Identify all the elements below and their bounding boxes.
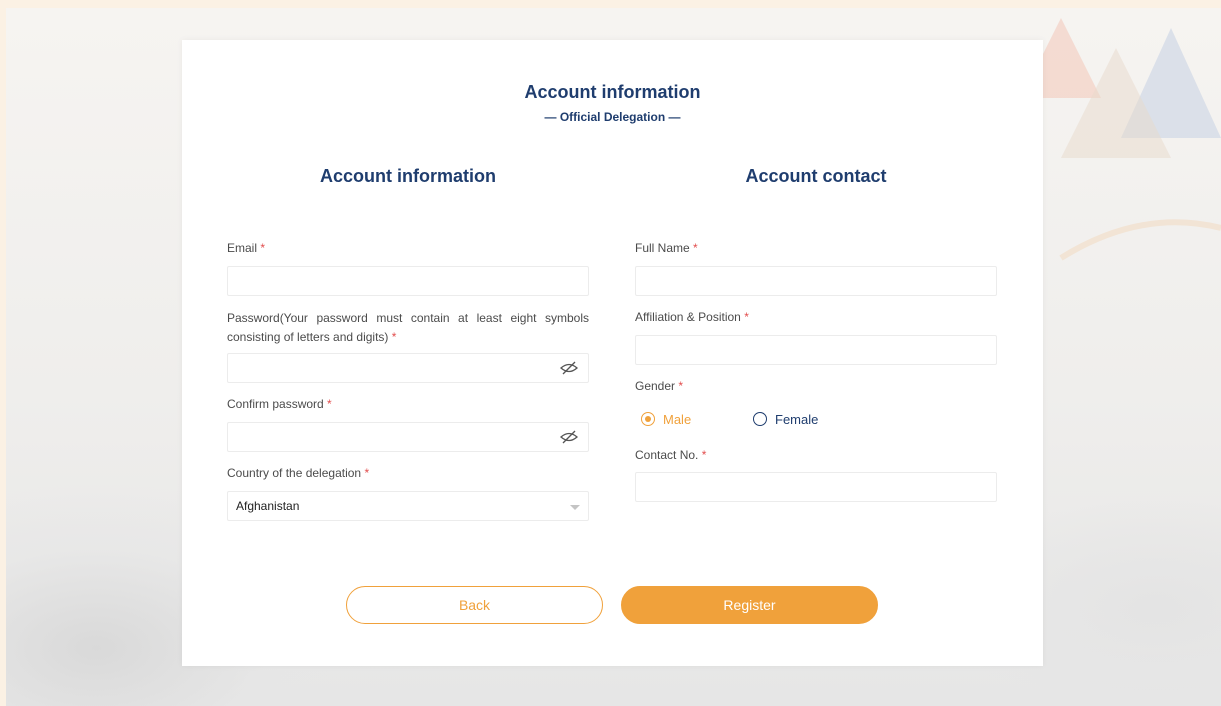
- confirm-password-label: Confirm password *: [227, 397, 332, 411]
- registration-card: Account information — Official Delegatio…: [182, 40, 1043, 666]
- page-subtitle: — Official Delegation —: [544, 110, 681, 124]
- password-label: Password(Your password must contain at l…: [227, 311, 589, 344]
- password-field[interactable]: [227, 353, 589, 383]
- full-name-label: Full Name *: [635, 241, 698, 255]
- radio-unselected-icon: [753, 412, 767, 426]
- gender-male-radio[interactable]: Male: [641, 410, 691, 428]
- gender-female-radio[interactable]: Female: [753, 410, 818, 428]
- contact-no-label: Contact No. *: [635, 448, 707, 462]
- chevron-down-icon[interactable]: [570, 505, 580, 510]
- register-button[interactable]: Register: [621, 586, 878, 624]
- back-button[interactable]: Back: [346, 586, 603, 624]
- email-label: Email *: [227, 241, 266, 255]
- affiliation-label: Affiliation & Position *: [635, 310, 749, 324]
- country-selected-value: Afghanistan: [236, 499, 300, 513]
- mountain-decoration-icon: [1021, 18, 1221, 261]
- account-information-heading: Account information: [320, 166, 496, 186]
- page-title: Account information: [524, 82, 701, 102]
- email-field[interactable]: [227, 266, 589, 296]
- country-select[interactable]: Afghanistan: [227, 491, 589, 521]
- account-contact-heading: Account contact: [745, 166, 887, 186]
- confirm-password-field[interactable]: [227, 422, 589, 452]
- radio-selected-icon: [641, 412, 655, 426]
- gender-label: Gender *: [635, 379, 684, 393]
- country-label: Country of the delegation *: [227, 466, 370, 480]
- contact-no-field[interactable]: [635, 472, 997, 502]
- affiliation-field[interactable]: [635, 335, 997, 365]
- eye-hidden-icon[interactable]: [560, 361, 578, 375]
- full-name-field[interactable]: [635, 266, 997, 296]
- eye-hidden-icon[interactable]: [560, 430, 578, 444]
